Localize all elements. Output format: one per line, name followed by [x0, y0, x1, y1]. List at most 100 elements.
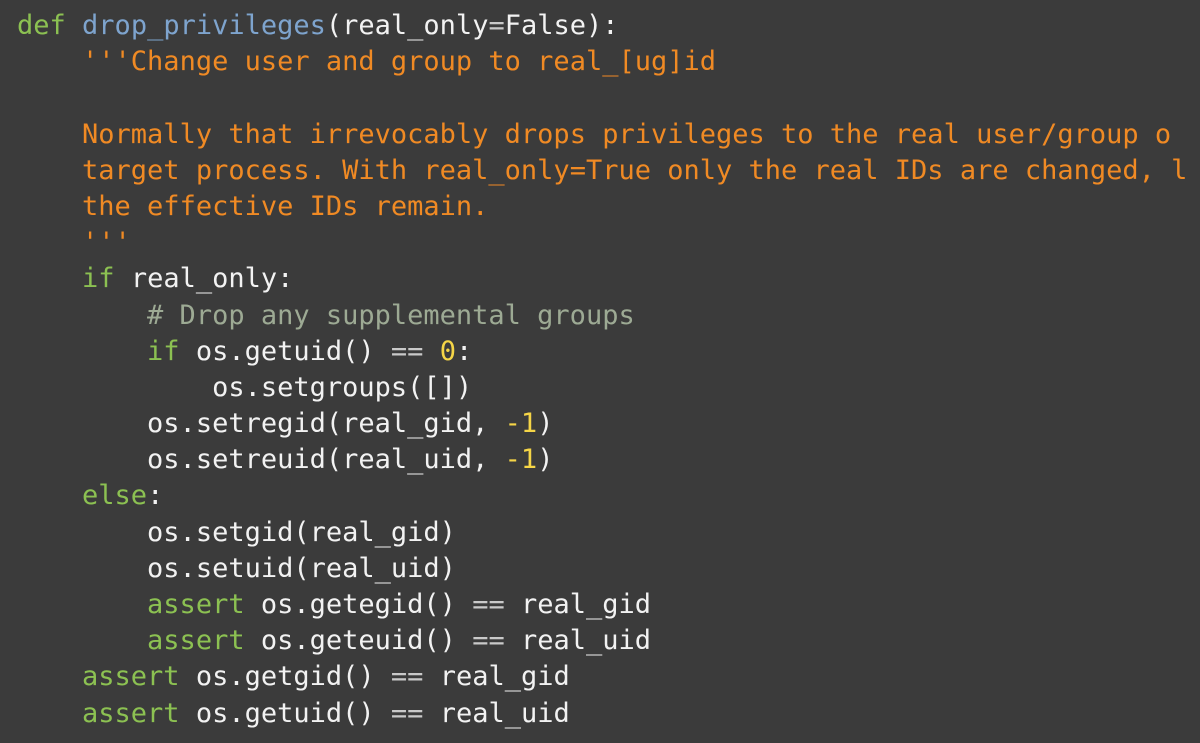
- code-token-name: os.getgid(): [195, 661, 375, 693]
- code-block[interactable]: def drop_privileges(real_only=False): ''…: [17, 8, 1187, 732]
- code-token-keyword: assert: [147, 625, 245, 657]
- code-token-name: (real_only: [325, 10, 489, 41]
- code-token-op: ==: [472, 625, 505, 657]
- code-token-string: '''Change user and group to real_[ug]id: [82, 46, 716, 78]
- code-line: os.setgid(real_gid): [17, 515, 1187, 551]
- code-token-name: os.getuid(): [195, 335, 375, 367]
- code-line: if os.getuid() == 0:: [17, 334, 1187, 370]
- code-token-funcname: drop_privileges: [82, 10, 326, 41]
- code-token-name: :: [455, 335, 473, 367]
- code-token-name: os.setregid(real_gid,: [147, 408, 505, 440]
- code-token-comment: # Drop any supplemental groups: [147, 299, 635, 331]
- code-token-name: os.setuid(real_uid): [147, 552, 456, 584]
- code-token-number: -1: [504, 444, 538, 476]
- code-token-number: -1: [504, 408, 538, 440]
- code-token-op: ==: [472, 589, 505, 620]
- code-token-keyword: if: [147, 335, 180, 367]
- code-line: ''': [17, 225, 1187, 261]
- code-line: if real_only:: [17, 261, 1187, 297]
- code-token-name: real_gid: [439, 661, 570, 693]
- code-token-name: os.getuid(): [195, 697, 375, 729]
- code-line: else:: [17, 478, 1187, 514]
- code-line: assert os.getgid() == real_gid: [17, 659, 1187, 695]
- code-token-name: os.geteuid(): [260, 625, 456, 657]
- code-line: os.setregid(real_gid, -1): [17, 406, 1187, 442]
- code-token-name: real_uid: [520, 625, 652, 657]
- code-token-op: ==: [390, 661, 424, 693]
- code-editor[interactable]: def drop_privileges(real_only=False): ''…: [0, 0, 1200, 743]
- code-line: # Drop any supplemental groups: [17, 298, 1187, 334]
- code-line: def drop_privileges(real_only=False):: [17, 8, 1187, 44]
- code-token-name: os.setreuid(real_uid,: [147, 444, 505, 476]
- code-line: '''Change user and group to real_[ug]id: [17, 44, 1187, 80]
- code-token-string: Normally that irrevocably drops privileg…: [82, 118, 1172, 150]
- code-line: the effective IDs remain.: [17, 189, 1187, 225]
- code-line: os.setreuid(real_uid, -1): [17, 442, 1187, 478]
- code-token-name: :: [147, 480, 164, 512]
- code-token-name: real_gid: [520, 589, 652, 620]
- code-token-name: real_only:: [130, 263, 294, 295]
- code-token-name: os.setgroups([]): [212, 371, 473, 403]
- code-token-name: ): [537, 444, 554, 476]
- code-token-keyword: if: [82, 263, 115, 295]
- code-token-name: os.getegid(): [260, 589, 456, 620]
- code-token-name: os.setgid(real_gid): [147, 516, 456, 548]
- code-token-name: False):: [504, 10, 619, 41]
- code-line: assert os.getuid() == real_uid: [17, 696, 1187, 732]
- code-token-keyword: assert: [82, 697, 180, 729]
- code-token-keyword: else: [82, 480, 148, 512]
- code-token-string: ''': [82, 227, 131, 259]
- code-token-op: ==: [390, 335, 424, 367]
- code-line: target process. With real_only=True only…: [17, 153, 1187, 189]
- code-token-op: =: [488, 10, 505, 41]
- code-line: os.setgroups([]): [17, 370, 1187, 406]
- code-token-string: target process. With real_only=True only…: [82, 154, 1188, 186]
- code-token-keyword: assert: [82, 661, 180, 693]
- code-token-name: ): [537, 408, 554, 440]
- code-token-name: real_uid: [439, 697, 570, 729]
- code-token-keyword: assert: [147, 589, 245, 620]
- code-line: Normally that irrevocably drops privileg…: [17, 117, 1187, 153]
- code-line: os.setuid(real_uid): [17, 551, 1187, 587]
- code-line: assert os.getegid() == real_gid: [17, 587, 1187, 623]
- code-token-number: 0: [439, 335, 456, 367]
- code-token-op: ==: [390, 697, 424, 729]
- code-token-keyword: def: [17, 10, 66, 41]
